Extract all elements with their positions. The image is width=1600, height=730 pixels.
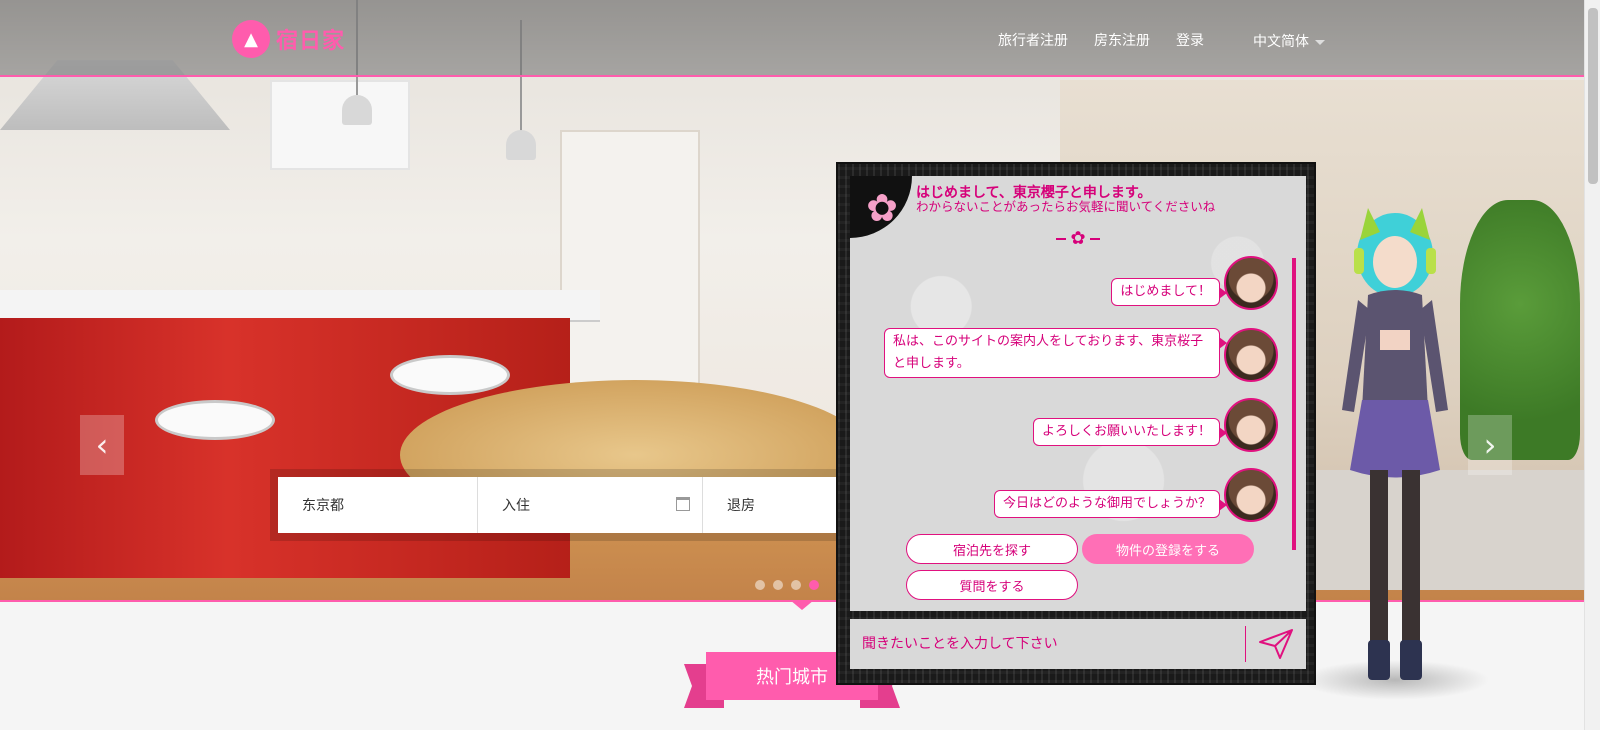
- chat-input[interactable]: [850, 619, 1245, 669]
- slider-next-button[interactable]: ›: [1468, 415, 1512, 475]
- chat-message: 私は、このサイトの案内人をしております、東京桜子と申します。: [884, 328, 1227, 378]
- language-label: 中文简体: [1253, 34, 1309, 50]
- checkin-field[interactable]: 入住: [478, 477, 703, 533]
- nav-login[interactable]: 登录: [1176, 30, 1204, 50]
- page-scrollbar[interactable]: [1584, 0, 1600, 730]
- search-bar: 东京都 入住 退房: [278, 477, 838, 533]
- option-find-lodging[interactable]: 宿泊先を探す: [906, 534, 1078, 564]
- flower-icon: ✿: [1070, 228, 1086, 249]
- chat-message: 今日はどのような御用でしょうか？: [993, 490, 1228, 518]
- avatar: [1224, 256, 1278, 310]
- nav-traveler-register[interactable]: 旅行者注册: [998, 30, 1068, 50]
- location-value: 东京都: [302, 498, 344, 514]
- slider-dot[interactable]: [791, 580, 801, 590]
- checkin-label: 入住: [502, 498, 530, 514]
- fuji-logo-icon: ▲: [232, 20, 270, 58]
- option-ask-question[interactable]: 質問をする: [906, 570, 1078, 600]
- scroll-thumb[interactable]: [1588, 8, 1598, 184]
- slider-dots: [755, 580, 819, 590]
- chat-panel: ✿ はじめまして、東京櫻子と申します。 わからないことがあったらお気軽に聞いてく…: [850, 176, 1306, 611]
- location-field[interactable]: 东京都: [278, 477, 478, 533]
- hero-bg-stool: [390, 355, 510, 395]
- guide-character: [1342, 208, 1448, 680]
- chat-subtitle: わからないことがあったらお気軽に聞いてくださいね: [916, 199, 1216, 214]
- avatar: [1224, 398, 1278, 452]
- slider-dot[interactable]: [755, 580, 765, 590]
- checkout-label: 退房: [727, 498, 755, 514]
- chat-divider: ✿: [1050, 228, 1106, 249]
- hero-bg-stool: [155, 400, 275, 440]
- avatar: [1224, 468, 1278, 522]
- hero-bg-counter-top: [0, 290, 600, 320]
- slider-dot-active[interactable]: [809, 580, 819, 590]
- chevron-left-icon: ‹: [95, 426, 109, 464]
- hero-bg-lamp: [342, 95, 372, 125]
- send-icon: [1259, 629, 1293, 659]
- slider-prev-button[interactable]: ‹: [80, 415, 124, 475]
- avatar: [1224, 328, 1278, 382]
- chat-widget: ✿ はじめまして、東京櫻子と申します。 わからないことがあったらお気軽に聞いてく…: [836, 162, 1316, 685]
- nav-host-register[interactable]: 房东注册: [1094, 30, 1150, 50]
- top-nav: 旅行者注册 房东注册 登录: [998, 30, 1204, 50]
- chat-message: よろしくお願いいたします！: [1032, 418, 1228, 446]
- chevron-right-icon: ›: [1483, 426, 1497, 464]
- hero-bg-cabinet: [270, 80, 410, 170]
- divider-bar: [1056, 237, 1067, 240]
- hero-bg-lamp: [506, 130, 536, 160]
- chevron-down-icon: [1315, 39, 1325, 45]
- chat-input-bar: [850, 619, 1306, 669]
- site-logo[interactable]: ▲ 宿日家: [232, 20, 345, 58]
- hero-notch: [790, 600, 814, 610]
- site-header: ▲ 宿日家 旅行者注册 房东注册 登录 中文简体: [0, 0, 1584, 77]
- divider-bar: [1089, 237, 1100, 240]
- sakura-icon: ✿: [866, 186, 898, 230]
- chat-scrollbar[interactable]: [1292, 258, 1296, 550]
- slider-dot[interactable]: [773, 580, 783, 590]
- option-register-property[interactable]: 物件の登録をする: [1082, 534, 1254, 564]
- send-button[interactable]: [1246, 619, 1306, 669]
- calendar-icon: [676, 497, 690, 511]
- checkout-field[interactable]: 退房: [703, 477, 838, 533]
- logo-text: 宿日家: [276, 29, 346, 54]
- chat-message: はじめまして！: [1111, 278, 1227, 306]
- language-selector[interactable]: 中文简体: [1253, 31, 1325, 51]
